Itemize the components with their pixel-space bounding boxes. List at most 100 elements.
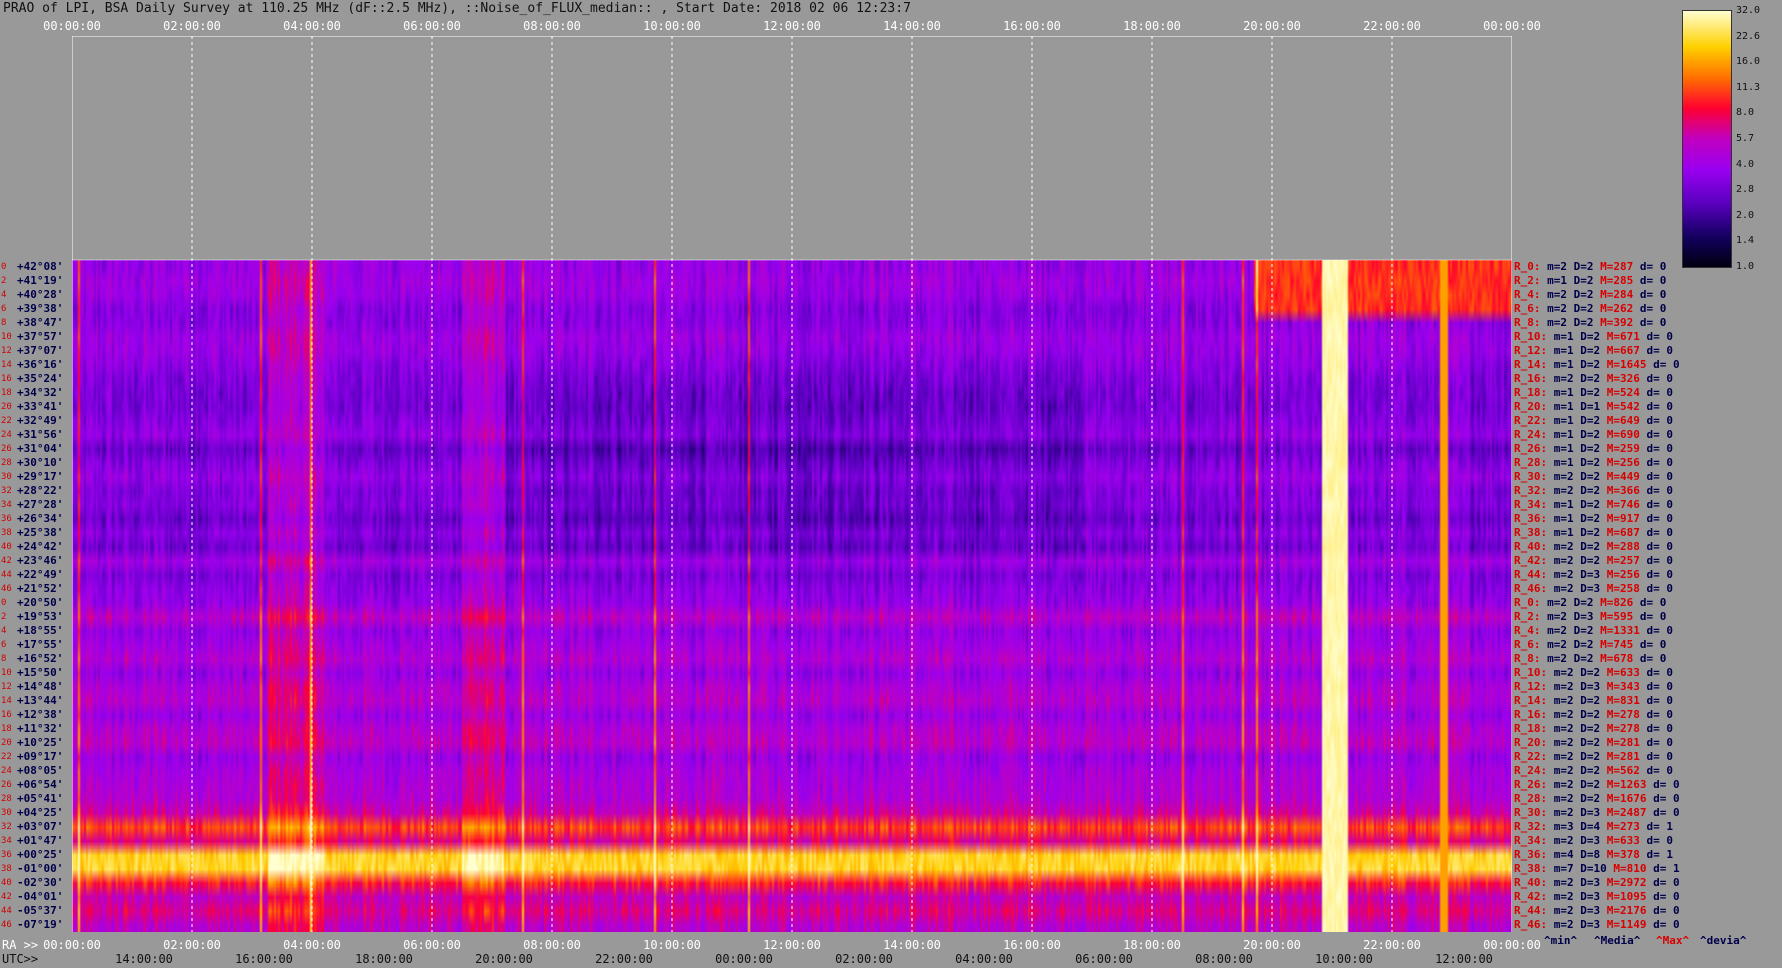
stat-dev: d= 0 bbox=[1646, 512, 1674, 525]
stat-med: D=3 bbox=[1580, 876, 1601, 889]
stat-dev: d= 0 bbox=[1646, 624, 1674, 637]
row-index: 32 bbox=[1, 822, 12, 832]
row-stat: R_18: m=1 D=2 M=524 d= 0 bbox=[1514, 386, 1673, 400]
stat-med: D=2 bbox=[1580, 386, 1601, 399]
stat-ray: R_36: bbox=[1514, 848, 1548, 861]
row-stat: R_28: m=1 D=2 M=256 d= 0 bbox=[1514, 456, 1673, 470]
stat-ray: R_16: bbox=[1514, 372, 1548, 385]
declination-label: +27°28' bbox=[17, 498, 64, 511]
stat-dev: d= 0 bbox=[1646, 344, 1674, 357]
stat-min: m=2 bbox=[1547, 638, 1567, 651]
row-index: 32 bbox=[1, 486, 12, 496]
stat-min: m=2 bbox=[1547, 288, 1567, 301]
stat-max: M=278 bbox=[1606, 722, 1640, 735]
stat-ray: R_28: bbox=[1514, 792, 1548, 805]
stat-ray: R_10: bbox=[1514, 330, 1548, 343]
stat-ray: R_20: bbox=[1514, 736, 1548, 749]
stat-ray: R_2: bbox=[1514, 610, 1541, 623]
stat-max: M=366 bbox=[1606, 484, 1640, 497]
stat-ray: R_24: bbox=[1514, 428, 1548, 441]
row-index: 34 bbox=[1, 500, 12, 510]
stat-ray: R_22: bbox=[1514, 750, 1548, 763]
row-stat: R_26: m=1 D=2 M=259 d= 0 bbox=[1514, 442, 1673, 456]
stat-min: m=1 bbox=[1553, 414, 1574, 427]
row-stat: R_32: m=2 D=2 M=366 d= 0 bbox=[1514, 484, 1673, 498]
row-index: 8 bbox=[1, 318, 7, 328]
stat-med: D=2 bbox=[1580, 372, 1601, 385]
stat-dev: d= 0 bbox=[1639, 316, 1667, 329]
stat-max: M=256 bbox=[1606, 568, 1640, 581]
row-stat: R_18: m=2 D=2 M=278 d= 0 bbox=[1514, 722, 1673, 736]
stat-max: M=284 bbox=[1600, 288, 1634, 301]
stat-med: D=2 bbox=[1580, 358, 1601, 371]
row-stat: R_26: m=2 D=2 M=1263 d= 0 bbox=[1514, 778, 1680, 792]
utc-tick-label: 00:00:00 bbox=[715, 952, 773, 966]
stat-max: M=633 bbox=[1606, 666, 1640, 679]
stat-max: M=2176 bbox=[1606, 904, 1647, 917]
declination-label: +20°50' bbox=[17, 596, 64, 609]
stat-med: D=3 bbox=[1580, 806, 1601, 819]
stat-ray: R_38: bbox=[1514, 862, 1548, 875]
stat-med: D=8 bbox=[1580, 848, 1601, 861]
declination-label: +13°44' bbox=[17, 694, 64, 707]
declination-label: +32°49' bbox=[17, 414, 64, 427]
stat-med: D=10 bbox=[1580, 862, 1607, 875]
stat-max: M=745 bbox=[1600, 638, 1634, 651]
stats-legend-item: ^min^ bbox=[1544, 934, 1578, 947]
row-stat: R_46: m=2 D=3 M=1149 d= 0 bbox=[1514, 918, 1680, 932]
declination-label: -05°37' bbox=[17, 904, 64, 917]
row-stat: R_16: m=2 D=2 M=278 d= 0 bbox=[1514, 708, 1673, 722]
stat-med: D=2 bbox=[1573, 274, 1594, 287]
stat-min: m=2 bbox=[1553, 918, 1574, 931]
utc-axis-label: UTC>> bbox=[2, 952, 39, 966]
stat-min: m=2 bbox=[1553, 834, 1574, 847]
row-stat: R_4: m=2 D=2 M=284 d= 0 bbox=[1514, 288, 1666, 302]
declination-label: +19°53' bbox=[17, 610, 64, 623]
stat-ray: R_42: bbox=[1514, 554, 1548, 567]
row-stat: R_10: m=1 D=2 M=671 d= 0 bbox=[1514, 330, 1673, 344]
row-index: 12 bbox=[1, 682, 12, 692]
stat-ray: R_22: bbox=[1514, 414, 1548, 427]
row-index: 24 bbox=[1, 766, 12, 776]
stat-dev: d= 0 bbox=[1653, 806, 1680, 819]
utc-tick-label: 20:00:00 bbox=[475, 952, 533, 966]
utc-tick-label: 06:00:00 bbox=[1075, 952, 1133, 966]
stat-dev: d= 0 bbox=[1639, 288, 1667, 301]
row-stat: R_28: m=2 D=2 M=1676 d= 0 bbox=[1514, 792, 1680, 806]
row-stat: R_4: m=2 D=2 M=1331 d= 0 bbox=[1514, 624, 1673, 638]
row-index: 38 bbox=[1, 864, 12, 874]
row-index: 42 bbox=[1, 892, 12, 902]
stat-med: D=2 bbox=[1580, 498, 1601, 511]
row-stat: R_0: m=2 D=2 M=826 d= 0 bbox=[1514, 596, 1666, 610]
stat-dev: d= 0 bbox=[1646, 568, 1674, 581]
declination-label: +04°25' bbox=[17, 806, 64, 819]
stat-med: D=2 bbox=[1580, 694, 1601, 707]
row-index: 14 bbox=[1, 696, 12, 706]
row-index: 24 bbox=[1, 430, 12, 440]
stat-ray: R_18: bbox=[1514, 722, 1548, 735]
stat-ray: R_18: bbox=[1514, 386, 1548, 399]
stat-max: M=831 bbox=[1606, 694, 1640, 707]
row-stat: R_10: m=2 D=2 M=633 d= 0 bbox=[1514, 666, 1673, 680]
ra-tick-label: 06:00:00 bbox=[403, 938, 461, 952]
stat-dev: d= 0 bbox=[1653, 876, 1680, 889]
stat-min: m=2 bbox=[1553, 722, 1574, 735]
stat-min: m=7 bbox=[1553, 862, 1574, 875]
stat-min: m=4 bbox=[1553, 848, 1574, 861]
row-index: 16 bbox=[1, 710, 12, 720]
stat-dev: d= 0 bbox=[1653, 792, 1680, 805]
stat-dev: d= 0 bbox=[1646, 526, 1674, 539]
stat-med: D=3 bbox=[1580, 904, 1601, 917]
stat-min: m=1 bbox=[1553, 428, 1574, 441]
stat-min: m=2 bbox=[1547, 596, 1567, 609]
stat-ray: R_44: bbox=[1514, 904, 1548, 917]
stat-dev: d= 0 bbox=[1653, 904, 1680, 917]
stat-ray: R_8: bbox=[1514, 316, 1541, 329]
stat-ray: R_40: bbox=[1514, 540, 1548, 553]
stat-dev: d= 0 bbox=[1646, 428, 1674, 441]
stat-med: D=2 bbox=[1580, 736, 1601, 749]
stat-dev: d= 0 bbox=[1639, 274, 1667, 287]
colorbar-tick-label: 2.0 bbox=[1736, 209, 1755, 221]
row-stat: R_16: m=2 D=2 M=326 d= 0 bbox=[1514, 372, 1673, 386]
stat-min: m=2 bbox=[1553, 568, 1574, 581]
